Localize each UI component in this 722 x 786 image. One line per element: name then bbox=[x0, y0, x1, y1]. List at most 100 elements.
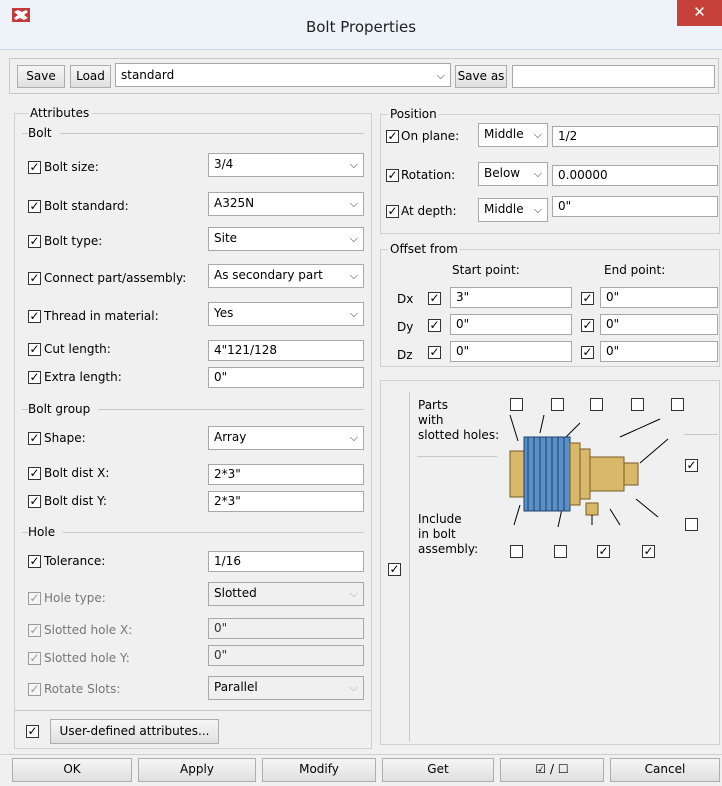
thread-label: Thread in material: bbox=[44, 309, 159, 323]
thread-value: Yes bbox=[214, 306, 234, 320]
dz-end-input[interactable]: 0" bbox=[600, 341, 718, 362]
slotted-part-5-checkbox[interactable] bbox=[671, 398, 684, 411]
bolt-standard-select[interactable]: A325N ⌵ bbox=[208, 192, 364, 216]
bolt-standard-label: Bolt standard: bbox=[44, 199, 129, 213]
bolt-type-select[interactable]: Site ⌵ bbox=[208, 227, 364, 251]
dx-end-input[interactable]: 0" bbox=[600, 287, 718, 308]
dy-end-input[interactable]: 0" bbox=[600, 314, 718, 335]
include-3-checkbox[interactable]: ✓ bbox=[597, 545, 610, 558]
get-button[interactable]: Get bbox=[382, 758, 494, 782]
shape-checkbox[interactable]: ✓ bbox=[28, 432, 41, 445]
thread-select[interactable]: Yes ⌵ bbox=[208, 302, 364, 326]
slotted-x-label: Slotted hole X: bbox=[44, 623, 133, 637]
cut-length-input[interactable]: 4"121/128 bbox=[208, 340, 364, 361]
at-depth-select[interactable]: Middle ⌵ bbox=[478, 198, 548, 222]
uda-checkbox[interactable]: ✓ bbox=[26, 725, 39, 738]
bolt-standard-checkbox[interactable]: ✓ bbox=[28, 200, 41, 213]
slotted-holes-label: Parts with slotted holes: bbox=[418, 398, 500, 442]
rotation-input[interactable]: 0.00000 bbox=[552, 165, 718, 186]
include-4-checkbox[interactable]: ✓ bbox=[642, 545, 655, 558]
save-as-button[interactable]: Save as bbox=[455, 65, 507, 88]
bolt-size-select[interactable]: 3/4 ⌵ bbox=[208, 153, 364, 177]
dx-start-checkbox[interactable]: ✓ bbox=[428, 292, 441, 305]
include-washer-top-checkbox[interactable]: ✓ bbox=[685, 459, 698, 472]
extra-length-label: Extra length: bbox=[44, 370, 122, 384]
bolt-dist-y-checkbox[interactable]: ✓ bbox=[28, 495, 41, 508]
bolt-type-checkbox[interactable]: ✓ bbox=[28, 235, 41, 248]
bolt-group-heading: Bolt group bbox=[28, 402, 99, 416]
dx-label: Dx bbox=[397, 292, 414, 306]
hole-type-label: Hole type: bbox=[44, 591, 106, 605]
dy-end-checkbox[interactable]: ✓ bbox=[581, 319, 594, 332]
slotted-y-input: 0" bbox=[208, 645, 364, 666]
bolt-size-label: Bolt size: bbox=[44, 160, 99, 174]
dz-label: Dz bbox=[397, 348, 413, 362]
bolt-dist-x-input[interactable]: 2*3" bbox=[208, 464, 364, 485]
dx-start-input[interactable]: 3" bbox=[450, 287, 572, 308]
bolt-assembly-checkbox[interactable]: ✓ bbox=[388, 563, 401, 576]
cut-length-checkbox[interactable]: ✓ bbox=[28, 343, 41, 356]
on-plane-input[interactable]: 1/2 bbox=[552, 126, 718, 147]
save-as-input[interactable] bbox=[512, 65, 715, 88]
modify-button[interactable]: Modify bbox=[262, 758, 376, 782]
on-plane-select[interactable]: Middle ⌵ bbox=[478, 123, 548, 147]
rotation-select[interactable]: Below ⌵ bbox=[478, 162, 548, 186]
load-button[interactable]: Load bbox=[70, 65, 111, 88]
hole-section-heading: Hole bbox=[28, 525, 64, 539]
close-button[interactable]: ✕ bbox=[677, 0, 722, 26]
title-bar: Bolt Properties ✕ bbox=[0, 0, 722, 50]
end-point-header: End point: bbox=[604, 263, 666, 277]
slotted-part-1-checkbox[interactable] bbox=[510, 398, 523, 411]
dz-start-input[interactable]: 0" bbox=[450, 341, 572, 362]
bolt-dist-y-input[interactable]: 2*3" bbox=[208, 491, 364, 512]
bolt-section-heading: Bolt bbox=[28, 126, 60, 140]
user-defined-attributes-button[interactable]: User-defined attributes... bbox=[50, 719, 219, 744]
chevron-down-icon: ⌵ bbox=[533, 167, 542, 180]
slotted-part-4-checkbox[interactable] bbox=[631, 398, 644, 411]
connect-checkbox[interactable]: ✓ bbox=[28, 272, 41, 285]
shape-value: Array bbox=[214, 430, 247, 444]
chevron-down-icon: ⌵ bbox=[349, 307, 358, 320]
apply-button[interactable]: Apply bbox=[138, 758, 256, 782]
include-2-checkbox[interactable] bbox=[554, 545, 567, 558]
shape-select[interactable]: Array ⌵ bbox=[208, 426, 364, 450]
at-depth-input[interactable]: 0" bbox=[552, 196, 718, 217]
rotate-slots-value: Parallel bbox=[214, 680, 258, 694]
extra-length-checkbox[interactable]: ✓ bbox=[28, 371, 41, 384]
slotted-part-3-checkbox[interactable] bbox=[590, 398, 603, 411]
on-plane-checkbox[interactable]: ✓ bbox=[386, 130, 399, 143]
cancel-button[interactable]: Cancel bbox=[610, 758, 720, 782]
connect-select[interactable]: As secondary part ⌵ bbox=[208, 264, 364, 288]
hole-type-select: Slotted ⌵ bbox=[208, 582, 364, 606]
slotted-part-2-checkbox[interactable] bbox=[551, 398, 564, 411]
at-depth-checkbox[interactable]: ✓ bbox=[386, 205, 399, 218]
dy-label: Dy bbox=[397, 320, 414, 334]
at-depth-label: At depth: bbox=[401, 204, 457, 218]
tolerance-checkbox[interactable]: ✓ bbox=[28, 555, 41, 568]
toggle-all-button[interactable]: ☑ / ☐ bbox=[500, 758, 604, 782]
rotate-slots-checkbox: ✓ bbox=[28, 682, 41, 696]
slotted-y-label: Slotted hole Y: bbox=[44, 651, 130, 665]
dz-end-checkbox[interactable]: ✓ bbox=[581, 346, 594, 359]
extra-length-input[interactable]: 0" bbox=[208, 367, 364, 388]
chevron-down-icon: ⌵ bbox=[349, 431, 358, 444]
include-washer-bottom-checkbox[interactable] bbox=[685, 518, 698, 531]
tolerance-input[interactable]: 1/16 bbox=[208, 551, 364, 572]
bolt-size-checkbox[interactable]: ✓ bbox=[28, 161, 41, 174]
bolt-dist-x-checkbox[interactable]: ✓ bbox=[28, 467, 41, 480]
dx-end-checkbox[interactable]: ✓ bbox=[581, 292, 594, 305]
include-1-checkbox[interactable] bbox=[510, 545, 523, 558]
dy-start-checkbox[interactable]: ✓ bbox=[428, 319, 441, 332]
thread-checkbox[interactable]: ✓ bbox=[28, 310, 41, 323]
rotation-checkbox[interactable]: ✓ bbox=[386, 169, 399, 182]
dy-start-input[interactable]: 0" bbox=[450, 314, 572, 335]
bolt-type-label: Bolt type: bbox=[44, 234, 103, 248]
bolt-standard-value: A325N bbox=[214, 196, 255, 210]
preset-select[interactable]: standard ⌵ bbox=[115, 63, 451, 87]
ok-button[interactable]: OK bbox=[12, 758, 132, 782]
save-button[interactable]: Save bbox=[17, 65, 65, 88]
rotate-slots-select: Parallel ⌵ bbox=[208, 676, 364, 700]
on-plane-option: Middle bbox=[484, 127, 524, 141]
start-point-header: Start point: bbox=[452, 263, 520, 277]
dz-start-checkbox[interactable]: ✓ bbox=[428, 346, 441, 359]
